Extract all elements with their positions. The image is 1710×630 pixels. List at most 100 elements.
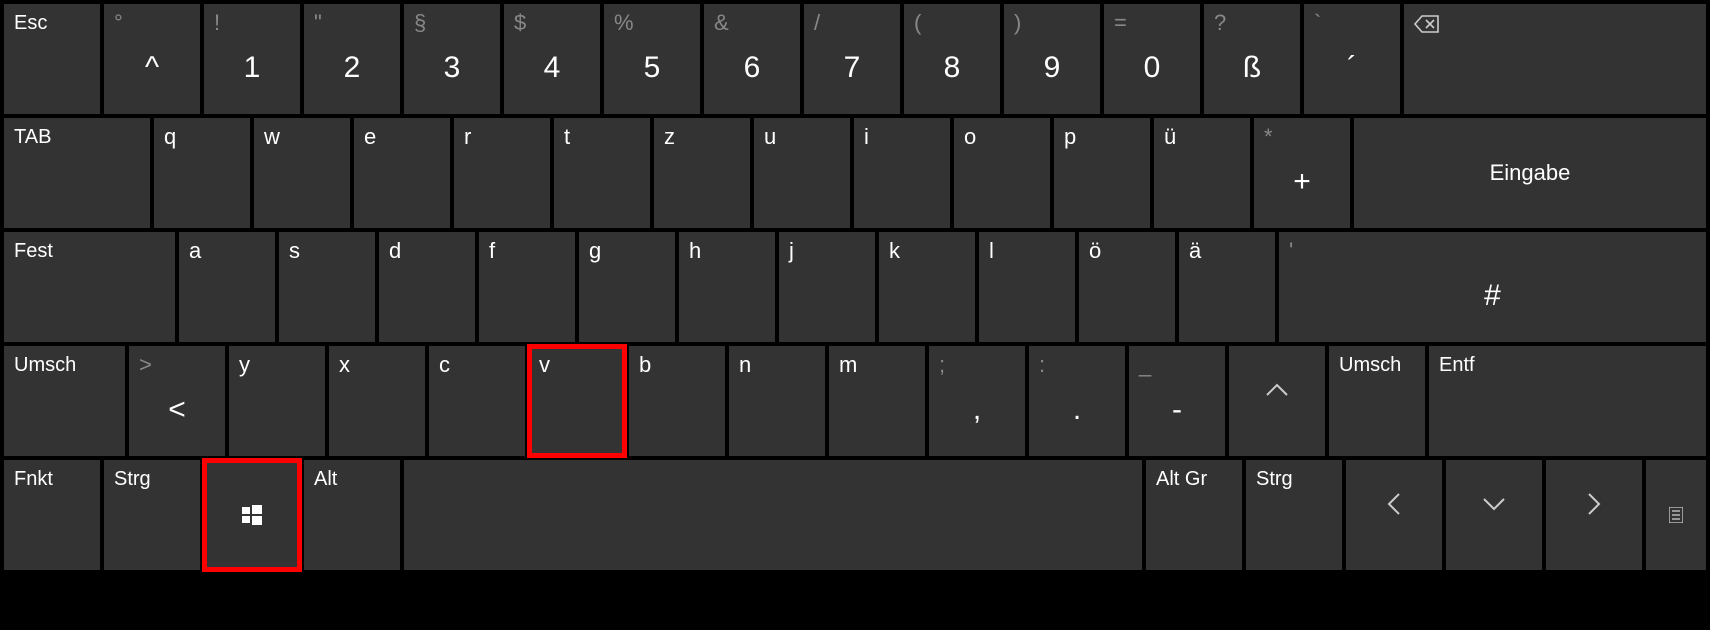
key-main-label: ß: [1243, 51, 1261, 85]
key-plus[interactable]: *+: [1254, 118, 1350, 228]
key-fn[interactable]: Fnkt: [4, 460, 100, 570]
key-circumflex[interactable]: °^: [104, 4, 200, 114]
key-main-label: #: [1484, 279, 1501, 313]
key-main-label: ´: [1347, 51, 1357, 85]
key-esc[interactable]: Esc: [4, 4, 100, 114]
key-minus[interactable]: _-: [1129, 346, 1225, 456]
key-9[interactable]: )9: [1004, 4, 1100, 114]
key-f[interactable]: f: [479, 232, 575, 342]
key-acute[interactable]: `´: [1304, 4, 1400, 114]
key-label: q: [164, 124, 176, 150]
keyboard-row-0: Esc °^ !1 "2 §3 $4 %5 &6 /7 (8 )9 =0 ?ß …: [4, 4, 1706, 114]
key-u[interactable]: u: [754, 118, 850, 228]
key-w[interactable]: w: [254, 118, 350, 228]
key-h[interactable]: h: [679, 232, 775, 342]
key-arrow-up[interactable]: [1229, 346, 1325, 456]
key-angle[interactable]: ><: [129, 346, 225, 456]
key-ae[interactable]: ä: [1179, 232, 1275, 342]
key-ctrl-left[interactable]: Strg: [104, 460, 200, 570]
key-label: Alt: [314, 468, 337, 491]
key-label: w: [264, 124, 280, 150]
key-label: g: [589, 238, 601, 264]
key-b[interactable]: b: [629, 346, 725, 456]
key-label: e: [364, 124, 376, 150]
key-main-label: ^: [145, 51, 159, 85]
key-a[interactable]: a: [179, 232, 275, 342]
key-label: s: [289, 238, 300, 264]
key-arrow-left[interactable]: [1346, 460, 1442, 570]
key-l[interactable]: l: [979, 232, 1075, 342]
key-oe[interactable]: ö: [1079, 232, 1175, 342]
key-g[interactable]: g: [579, 232, 675, 342]
key-label: a: [189, 238, 201, 264]
key-p[interactable]: p: [1054, 118, 1150, 228]
keyboard-row-4: Fnkt Strg Alt Alt Gr Strg: [4, 460, 1706, 570]
key-windows[interactable]: [204, 460, 300, 570]
key-label: ö: [1089, 238, 1101, 264]
key-alt-left[interactable]: Alt: [304, 460, 400, 570]
keyboard-row-3: Umsch >< y x c v b n m ;, :. _- Umsch En…: [4, 346, 1706, 456]
backspace-icon: [1414, 14, 1440, 34]
key-7[interactable]: /7: [804, 4, 900, 114]
key-main-label: 2: [344, 51, 361, 85]
key-delete[interactable]: Entf: [1429, 346, 1706, 456]
chevron-right-icon: [1585, 490, 1603, 518]
key-label: ä: [1189, 238, 1201, 264]
key-s[interactable]: s: [279, 232, 375, 342]
key-altgr[interactable]: Alt Gr: [1146, 460, 1242, 570]
key-label: y: [239, 352, 250, 378]
key-q[interactable]: q: [154, 118, 250, 228]
key-label: j: [789, 238, 794, 264]
key-z[interactable]: z: [654, 118, 750, 228]
key-1[interactable]: !1: [204, 4, 300, 114]
key-6[interactable]: &6: [704, 4, 800, 114]
key-n[interactable]: n: [729, 346, 825, 456]
key-main-label: <: [168, 393, 186, 427]
key-ctrl-right[interactable]: Strg: [1246, 460, 1342, 570]
key-3[interactable]: §3: [404, 4, 500, 114]
key-m[interactable]: m: [829, 346, 925, 456]
key-arrow-down[interactable]: [1446, 460, 1542, 570]
key-e[interactable]: e: [354, 118, 450, 228]
key-shift-label: (: [914, 10, 921, 36]
key-4[interactable]: $4: [504, 4, 600, 114]
key-tab[interactable]: TAB: [4, 118, 150, 228]
key-arrow-right[interactable]: [1546, 460, 1642, 570]
key-y[interactable]: y: [229, 346, 325, 456]
key-x[interactable]: x: [329, 346, 425, 456]
key-v[interactable]: v: [529, 346, 625, 456]
key-8[interactable]: (8: [904, 4, 1000, 114]
key-t[interactable]: t: [554, 118, 650, 228]
key-main-label: 8: [944, 51, 961, 85]
key-enter[interactable]: Eingabe: [1354, 118, 1706, 228]
key-shift-label: ): [1014, 10, 1021, 36]
key-capslock[interactable]: Fest: [4, 232, 175, 342]
key-k[interactable]: k: [879, 232, 975, 342]
key-label: o: [964, 124, 976, 150]
key-i[interactable]: i: [854, 118, 950, 228]
key-main-label: 3: [444, 51, 461, 85]
key-2[interactable]: "2: [304, 4, 400, 114]
key-0[interactable]: =0: [1104, 4, 1200, 114]
key-d[interactable]: d: [379, 232, 475, 342]
key-comma[interactable]: ;,: [929, 346, 1025, 456]
keyboard-row-2: Fest a s d f g h j k l ö ä '#: [4, 232, 1706, 342]
key-j[interactable]: j: [779, 232, 875, 342]
key-main-label: ,: [973, 393, 981, 427]
key-period[interactable]: :.: [1029, 346, 1125, 456]
key-shift-label: $: [514, 10, 526, 36]
key-space[interactable]: [404, 460, 1142, 570]
key-hash[interactable]: '#: [1279, 232, 1706, 342]
key-menu[interactable]: [1646, 460, 1706, 570]
key-shift-left[interactable]: Umsch: [4, 346, 125, 456]
key-c[interactable]: c: [429, 346, 525, 456]
key-5[interactable]: %5: [604, 4, 700, 114]
key-o[interactable]: o: [954, 118, 1050, 228]
key-shift-right[interactable]: Umsch: [1329, 346, 1425, 456]
key-ue[interactable]: ü: [1154, 118, 1250, 228]
key-backspace[interactable]: [1404, 4, 1706, 114]
key-r[interactable]: r: [454, 118, 550, 228]
key-sharp-s[interactable]: ?ß: [1204, 4, 1300, 114]
key-label: b: [639, 352, 651, 378]
chevron-down-icon: [1480, 495, 1508, 513]
